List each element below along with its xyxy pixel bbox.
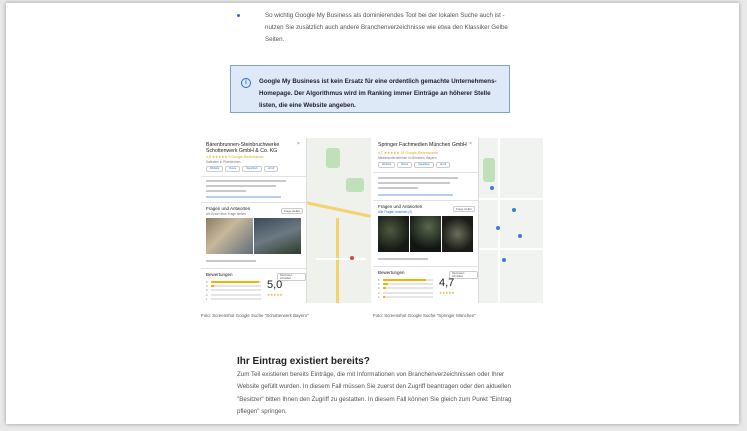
map-pin-icon: [350, 256, 354, 260]
map-road: [316, 258, 366, 260]
photo: [378, 216, 409, 252]
route-button: Route: [397, 162, 413, 168]
save-button: Speichern: [242, 166, 262, 172]
rating-bar: [383, 291, 433, 294]
bullet-dot-icon: [237, 14, 240, 17]
section-heading: Ihr Eintrag existiert bereits?: [237, 356, 370, 367]
screenshot-schotterwerk: Bärenbrunnen-Steinbruchwerke Schottenwer…: [201, 138, 371, 303]
reviews-heading: Bewertungen: [378, 270, 405, 275]
map-pin-icon: [502, 258, 506, 262]
info-line: [206, 196, 281, 198]
rating-bars: 5 4 3 2 1: [378, 278, 433, 299]
divider: [201, 176, 306, 177]
map-road: [498, 138, 500, 303]
info-line: [378, 177, 458, 179]
photo: [410, 216, 441, 252]
rating-text: 4,7 ★★★★★ 15 Google-Rezensionen: [378, 151, 439, 155]
score-value: 5,0: [267, 279, 283, 291]
article-frame: So wichtig Google My Business als domini…: [6, 3, 739, 424]
call-button: Anruf: [435, 162, 451, 168]
divider: [201, 268, 306, 269]
business-panel: Springer Fachmedien München GmbH × 4,7 ★…: [373, 138, 479, 303]
business-title: Bärenbrunnen-Steinbruchwerke Schottenwer…: [206, 142, 280, 154]
business-title: Springer Fachmedien München GmbH: [378, 142, 467, 148]
website-button: Website: [206, 166, 224, 172]
qa-heading: Fragen und Antworten: [206, 206, 251, 211]
divider: [201, 202, 306, 203]
photo-strip: [378, 216, 473, 252]
rating-bar: [383, 287, 433, 290]
image-caption: Foto: Screenshot Google Suche "Schotterw…: [201, 313, 309, 318]
score-stars: ★★★★★: [439, 291, 455, 295]
rating-bar: [383, 279, 433, 282]
map-road: [336, 218, 339, 303]
action-buttons: Website Route Speichern Anruf: [206, 166, 279, 172]
qa-heading: Fragen und Antworten: [378, 204, 423, 209]
close-icon: ×: [297, 141, 300, 147]
info-line: [378, 187, 418, 189]
qa-sub: Alle Fragen ansehen (2): [378, 210, 413, 214]
info-line: [378, 258, 428, 260]
close-icon: ×: [469, 141, 472, 147]
save-button: Speichern: [414, 162, 434, 168]
map-park: [326, 148, 340, 168]
bullet-text: So wichtig Google My Business als domini…: [265, 12, 508, 43]
rating-bar: [383, 283, 433, 286]
map-area: [306, 138, 371, 303]
photo: [206, 218, 253, 254]
rating-text: 4,8 ★★★★★ 9 Google-Rezensionen: [206, 155, 265, 159]
info-icon: i: [241, 78, 251, 88]
info-line: [206, 260, 256, 262]
rating-bar: [211, 297, 261, 300]
info-line: [206, 180, 286, 182]
section-paragraph: Zum Teil existieren bereits Einträge, di…: [237, 371, 512, 416]
score-stars: ★★★★★: [267, 293, 283, 297]
rating-bar: [383, 295, 433, 298]
score-value: 4,7: [439, 277, 455, 289]
photo: [254, 218, 301, 254]
map-road: [478, 248, 543, 250]
qa-button: Frage stellen: [453, 206, 476, 212]
website-button: Website: [378, 162, 396, 168]
reviews-heading: Bewertungen: [206, 272, 233, 277]
qa-button: Frage stellen: [281, 208, 304, 214]
photo: [442, 216, 473, 252]
category-text: Kalkwerk in Pfarrkirchen: [206, 160, 241, 164]
image-caption: Foto: Screenshot Google Suche "Springer …: [373, 313, 476, 318]
qa-sub: Als Erster eine Frage stellen: [206, 212, 247, 216]
map-area: [478, 138, 543, 303]
divider: [373, 200, 478, 201]
rating-bars: 5 4 3 2 1: [206, 280, 261, 301]
screenshot-springer: Springer Fachmedien München GmbH × 4,7 ★…: [373, 138, 543, 303]
map-park: [483, 158, 495, 182]
info-line: [206, 190, 246, 192]
info-box-text: Google My Business ist kein Ersatz für e…: [259, 78, 497, 109]
map-road: [478, 198, 543, 200]
info-box: i Google My Business ist kein Ersatz für…: [230, 65, 510, 113]
map-park: [346, 178, 364, 192]
info-line: [378, 194, 453, 196]
action-buttons: Website Route Speichern Anruf: [378, 162, 451, 168]
map-pin-icon: [496, 226, 500, 230]
map-pin-icon: [490, 186, 494, 190]
rating-bar: [211, 281, 261, 284]
rating-bar-row: 1: [378, 295, 433, 299]
route-button: Route: [225, 166, 241, 172]
info-line: [378, 182, 450, 184]
rating-bar-row: 1: [206, 297, 261, 301]
category-text: Medienunternehmen in München, Bayern: [378, 156, 437, 160]
business-panel: Bärenbrunnen-Steinbruchwerke Schottenwer…: [201, 138, 307, 303]
divider: [373, 172, 478, 173]
map-pin-icon: [512, 208, 516, 212]
call-button: Anruf: [263, 166, 279, 172]
info-line: [206, 185, 276, 187]
divider: [373, 266, 478, 267]
photo-strip: [206, 218, 301, 254]
rating-bar: [211, 293, 261, 296]
rating-bar: [211, 285, 261, 288]
rating-bar: [211, 289, 261, 292]
map-pin-icon: [518, 234, 522, 238]
map-road: [306, 201, 371, 218]
